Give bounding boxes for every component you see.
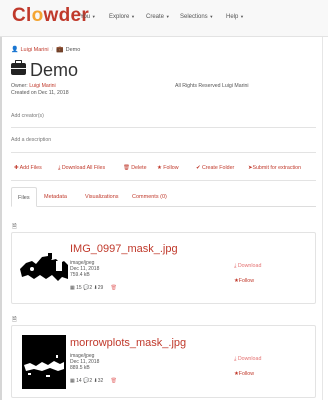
caret-down-icon: ▼ [131, 14, 135, 19]
file-size: 759.4 kB [70, 272, 90, 279]
file-stats: ▦ 14 💬2 ⬇32 🗑 [70, 378, 117, 384]
divider [11, 127, 316, 128]
tab-bar: Files Metadata Visualizations Comments (… [11, 187, 316, 207]
briefcase-small-icon: 💼 [56, 47, 64, 53]
file-size: 889.5 kB [70, 365, 90, 372]
download-file-button[interactable]: ⤓ Download [234, 263, 261, 270]
dataset-title-row: Demo [11, 60, 78, 81]
file-name-link[interactable]: morrowplots_mask_.jpg [70, 337, 186, 349]
delete-file-icon[interactable]: 🗑 [111, 285, 117, 291]
comments-count: 2 [89, 285, 93, 291]
nav-you[interactable]: You ▼ [80, 14, 96, 20]
right-border [322, 37, 323, 400]
nav-explore[interactable]: Explore ▼ [109, 14, 135, 20]
user-icon: 👤 [11, 47, 19, 53]
owner-info: Owner: Luigi Marini Created on Dec 11, 2… [11, 83, 69, 97]
nav-create[interactable]: Create ▼ [146, 14, 170, 20]
file-card: IMG_0997_mask_.jpg image/jpeg Dec 11, 20… [11, 232, 316, 304]
add-files-button[interactable]: ✚ Add Files [14, 165, 42, 171]
caret-down-icon: ▼ [209, 14, 214, 19]
breadcrumb-current: Demo [65, 47, 81, 53]
nav-selections[interactable]: Selections ▼ [180, 14, 213, 20]
download-icon: ⤓ [234, 356, 237, 362]
file-icon: 🗎 [12, 317, 17, 323]
delete-file-icon[interactable]: 🗑 [111, 378, 117, 384]
delete-button[interactable]: 🗑 Delete [123, 165, 147, 171]
tab-metadata[interactable]: Metadata [38, 187, 73, 207]
rights-text: All Rights Reserved Luigi Marini [175, 83, 249, 89]
download-all-button[interactable]: ⤓ Download All Files [58, 165, 105, 172]
file-name-link[interactable]: IMG_0997_mask_.jpg [70, 243, 178, 255]
created-date: Created on Dec 11, 2018 [11, 90, 69, 96]
file-meta: image/jpeg Dec 11, 2018 759.4 kB [70, 260, 99, 279]
views-count: 14 [76, 378, 82, 384]
file-meta: image/jpeg Dec 11, 2018 889.5 kB [70, 353, 99, 372]
owner-label: Owner: [11, 83, 28, 89]
caret-down-icon: ▼ [165, 14, 170, 19]
tab-files[interactable]: Files [11, 187, 37, 207]
check-icon: ✔ [196, 165, 201, 171]
submit-extraction-button[interactable]: ➤Submit for extraction [248, 165, 301, 171]
nav-help[interactable]: Help ▼ [226, 14, 244, 20]
breadcrumb: 👤 Luigi Marini / 💼 Demo [11, 46, 80, 53]
add-description-link[interactable]: Add a description [11, 137, 51, 143]
brand-logo[interactable]: Clowder [12, 5, 89, 27]
views-count: 15 [76, 285, 82, 291]
file-thumbnail[interactable] [18, 331, 70, 393]
views-icon: ▦ [70, 378, 75, 384]
left-border [0, 37, 2, 400]
file-card: morrowplots_mask_.jpg image/jpeg Dec 11,… [11, 325, 316, 398]
top-navbar: Clowder You ▼ Explore ▼ Create ▼ Selecti… [0, 0, 328, 37]
views-icon: ▦ [70, 285, 75, 291]
page-title: Demo [30, 60, 79, 80]
download-file-button[interactable]: ⤓ Download [234, 356, 261, 363]
star-icon: ★ [157, 165, 162, 171]
file-icon: 🗎 [12, 224, 17, 230]
file-stats: ▦ 15 💬2 ⬇29 🗑 [70, 285, 117, 291]
caret-down-icon: ▼ [91, 14, 96, 19]
create-folder-button[interactable]: ✔ Create Folder [196, 165, 234, 171]
download-icon: ⤓ [234, 263, 237, 269]
download-icon: ⤓ [58, 165, 61, 171]
breadcrumb-user[interactable]: Luigi Marini [20, 47, 48, 53]
divider [11, 152, 316, 153]
follow-file-button[interactable]: ★Follow [234, 371, 254, 377]
follow-file-button[interactable]: ★Follow [234, 278, 254, 284]
tab-visualizations[interactable]: Visualizations [79, 187, 125, 207]
trash-icon: 🗑 [123, 165, 130, 171]
owner-link[interactable]: Luigi Marini [29, 83, 56, 89]
downloads-count: 29 [97, 285, 104, 291]
caret-down-icon: ▼ [240, 14, 244, 19]
file-thumbnail[interactable] [18, 239, 70, 295]
plus-icon: ✚ [14, 165, 19, 171]
add-creator-link[interactable]: Add creator(s) [11, 113, 44, 119]
divider [11, 180, 316, 181]
tab-comments[interactable]: Comments (0) [126, 187, 173, 207]
downloads-count: 32 [97, 378, 104, 384]
breadcrumb-separator: / [51, 47, 54, 53]
comments-count: 2 [89, 378, 93, 384]
briefcase-icon [11, 60, 26, 75]
follow-button[interactable]: ★ Follow [157, 165, 179, 171]
